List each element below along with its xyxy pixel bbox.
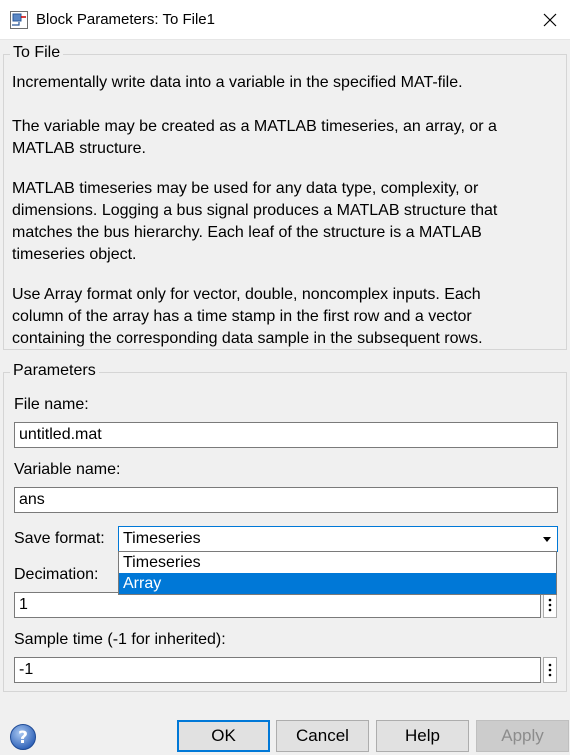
file-name-field[interactable]: untitled.mat	[14, 422, 558, 448]
description-paragraph-3: MATLAB timeseries may be used for any da…	[12, 180, 498, 263]
sample-time-more-button[interactable]	[543, 657, 557, 683]
save-format-option-timeseries[interactable]: Timeseries	[119, 552, 556, 573]
sample-time-label: Sample time (-1 for inherited):	[14, 631, 226, 648]
svg-text:?: ?	[18, 728, 28, 748]
title-bar: Block Parameters: To File1	[0, 0, 570, 40]
save-format-select[interactable]: Timeseries	[118, 526, 558, 552]
variable-name-field[interactable]: ans	[14, 487, 558, 513]
file-name-label: File name:	[14, 396, 89, 413]
vertical-ellipsis-icon	[548, 598, 552, 612]
apply-button[interactable]: Apply	[476, 720, 569, 752]
help-icon[interactable]: ?	[9, 723, 37, 751]
sample-time-field[interactable]: -1	[14, 657, 541, 683]
help-button[interactable]: Help	[376, 720, 469, 752]
simulink-block-icon	[10, 11, 28, 29]
save-format-value: Timeseries	[123, 530, 201, 547]
save-format-dropdown: Timeseries Array	[118, 551, 557, 595]
chevron-down-icon	[543, 537, 551, 542]
cancel-button[interactable]: Cancel	[276, 720, 369, 752]
description-paragraph-4: Use Array format only for vector, double…	[12, 286, 483, 347]
description-group-title: To File	[10, 44, 64, 62]
variable-name-label: Variable name:	[14, 461, 121, 478]
description-paragraph-1: Incrementally write data into a variable…	[12, 74, 463, 91]
parameters-group-title: Parameters	[10, 362, 99, 380]
save-format-option-array[interactable]: Array	[119, 573, 556, 594]
vertical-ellipsis-icon	[548, 663, 552, 677]
close-icon	[543, 13, 557, 27]
decimation-label: Decimation:	[14, 566, 99, 583]
decimation-more-button[interactable]	[543, 592, 557, 618]
ok-button[interactable]: OK	[177, 720, 270, 752]
description-paragraph-2: The variable may be created as a MATLAB …	[12, 118, 497, 157]
window-title: Block Parameters: To File1	[36, 11, 215, 28]
close-button[interactable]	[532, 4, 568, 36]
decimation-field[interactable]: 1	[14, 592, 541, 618]
save-format-label: Save format:	[14, 530, 105, 547]
